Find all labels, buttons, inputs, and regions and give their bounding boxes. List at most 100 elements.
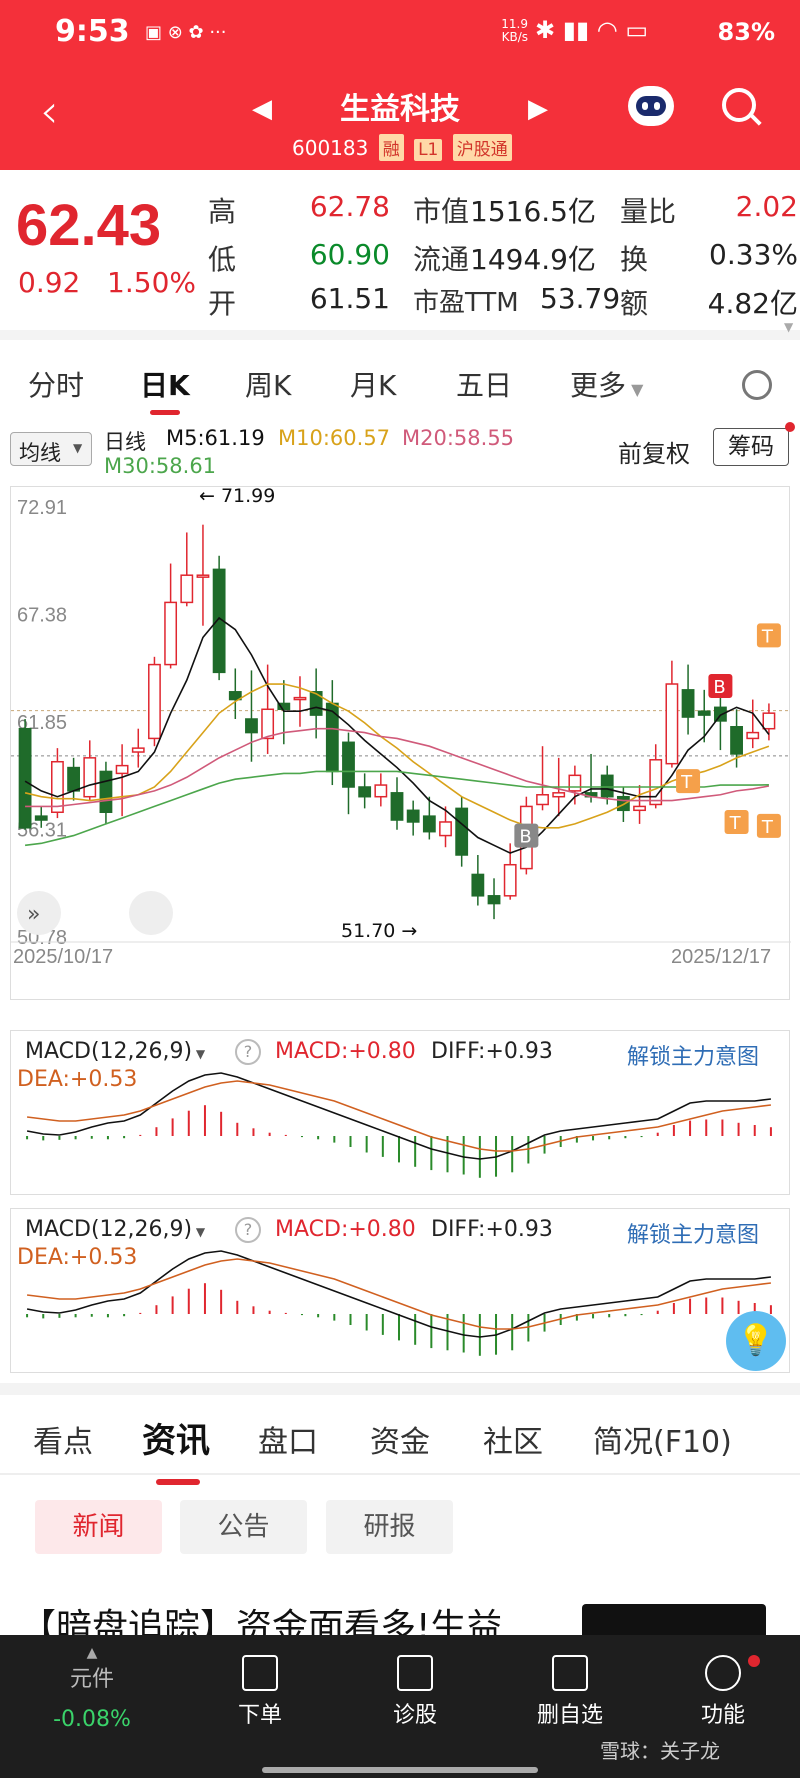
next-stock-icon[interactable]: ▶: [528, 94, 548, 124]
value-low: 60.90: [309, 238, 390, 271]
order-button[interactable]: 下单: [200, 1655, 320, 1729]
back-icon[interactable]: ‹: [40, 84, 58, 138]
signal-icons: ✱ ▮▮ ◠ ▭: [535, 16, 649, 44]
active-tab-indicator: [150, 410, 180, 415]
price-change: 0.92 1.50%: [18, 266, 196, 299]
tab-orderbook[interactable]: 盘口: [258, 1417, 318, 1461]
bottom-toolbar: ▲ 元件 -0.08% 下单 诊股 删自选 功能 雪球：关子龙: [0, 1635, 800, 1778]
label-open: 开: [208, 287, 237, 320]
tab-profile[interactable]: 简况(F10): [593, 1417, 732, 1461]
red-dot-badge: [748, 1655, 760, 1667]
robot-assistant-icon[interactable]: [628, 86, 674, 126]
settings-icon[interactable]: [742, 370, 772, 400]
candle-up: [633, 805, 646, 812]
adjust-mode[interactable]: 前复权: [618, 434, 690, 469]
value-open: 61.51: [309, 282, 390, 315]
chip-distribution-button[interactable]: 筹码: [713, 428, 789, 466]
pill-news[interactable]: 新闻: [35, 1500, 162, 1554]
stock-code-row: 600183 融 L1 沪股通: [292, 134, 512, 161]
lightbulb-icon[interactable]: 💡: [726, 1311, 786, 1371]
diagnose-button[interactable]: 诊股: [355, 1655, 475, 1729]
tab-weekly-k[interactable]: 周K: [245, 364, 291, 404]
candle-down: [487, 895, 501, 905]
pill-research[interactable]: 研报: [326, 1500, 453, 1554]
candle-down: [616, 795, 630, 812]
tag-connect: 沪股通: [452, 134, 512, 161]
net-speed: 11.9 KB/s: [501, 17, 528, 44]
tab-capital[interactable]: 资金: [370, 1417, 430, 1461]
fullscreen-icon: [129, 891, 173, 935]
tab-intraday[interactable]: 分时: [28, 364, 84, 404]
label-amount: 额: [620, 287, 649, 320]
divider: [0, 1473, 800, 1475]
double-chevron-icon: »: [27, 902, 40, 927]
remove-watchlist-button[interactable]: 删自选: [510, 1655, 630, 1729]
ma-legend-row: 均线 ▼ 日线 M5:61.19 M10:60.57 M20:58.55 M30…: [0, 420, 800, 480]
status-time: 9:53: [55, 14, 130, 49]
candle-up: [261, 708, 275, 740]
signal-label: B: [519, 827, 531, 848]
candle-down: [713, 706, 727, 722]
stock-name: 生益科技: [340, 92, 460, 127]
menu-circle-icon: [705, 1655, 741, 1691]
ma-period: 日线: [104, 430, 146, 454]
watermark: 雪球：关子龙: [600, 1739, 720, 1763]
sector-item[interactable]: ▲ 元件 -0.08%: [32, 1645, 152, 1732]
candle-down: [681, 689, 695, 718]
macd-panel: MACD(12,26,9) ▼ ? MACD:+0.80 DIFF:+0.93 …: [10, 1030, 790, 1195]
candle-up: [503, 863, 517, 897]
tab-news[interactable]: 资讯: [142, 1413, 210, 1462]
label-turnover: 换: [620, 243, 649, 276]
kline-chart[interactable]: 72.91 67.38 61.85 56.31 50.78 ← 71.99 51.70 → 2…: [10, 485, 791, 1000]
battery-percent: 83%: [717, 18, 775, 46]
plus-box-icon: [397, 1655, 433, 1691]
label-low: 低: [208, 243, 237, 276]
candle-down: [390, 792, 404, 821]
chevron-down-icon: ▼: [626, 380, 644, 399]
pill-announcement[interactable]: 公告: [180, 1500, 307, 1554]
candle-up: [665, 683, 679, 765]
stock-code: 600183: [292, 136, 369, 160]
candle-up: [196, 574, 210, 578]
app-header: 9:53 ▣ ⊗ ✿ ··· 11.9 KB/s ✱ ▮▮ ◠ ▭ 83% ‹ …: [0, 0, 800, 170]
candle-up: [83, 757, 97, 798]
change-value: 0.92: [18, 266, 81, 299]
candle-up: [148, 663, 161, 740]
sector-change: -0.08%: [53, 1707, 131, 1732]
y-tick-label: 72.91: [17, 497, 67, 519]
candle-up: [51, 760, 64, 814]
tab-five-day[interactable]: 五日: [456, 364, 512, 404]
tab-highlights[interactable]: 看点: [33, 1417, 93, 1461]
diagnose-label: 诊股: [392, 1703, 437, 1728]
signal-label: B: [713, 677, 725, 698]
candle-up: [649, 759, 663, 806]
candle-down: [455, 807, 469, 856]
low-marker-label: 51.70 →: [341, 920, 417, 942]
kline-svg: 72.9167.3861.8556.3150.78← 71.9951.70 →2…: [11, 485, 791, 968]
candle-down: [600, 774, 614, 798]
label-volratio: 量比: [620, 195, 677, 228]
last-price: 62.43: [16, 193, 162, 258]
y-tick-label: 67.38: [17, 604, 67, 626]
candle-down: [406, 809, 420, 823]
candle-up: [293, 696, 307, 701]
candle-up: [746, 731, 760, 740]
caret-up-icon: ▲: [86, 1645, 98, 1661]
expand-icon[interactable]: ▼: [784, 320, 793, 334]
candle-up: [115, 764, 129, 775]
ma5-value: M5:61.19: [166, 426, 265, 450]
info-tabs: 看点 资讯 盘口 资金 社区 简况(F10): [0, 1383, 800, 1485]
ma-selector[interactable]: 均线 ▼: [10, 432, 92, 466]
nav-bar: ‹ ◀ 生益科技 600183 融 L1 沪股通 ▶: [0, 72, 800, 170]
tab-community[interactable]: 社区: [483, 1417, 543, 1461]
tab-more[interactable]: 更多 ▼: [570, 364, 643, 404]
functions-button[interactable]: 功能: [663, 1655, 783, 1729]
document-icon: [242, 1655, 278, 1691]
candle-down: [730, 726, 743, 755]
home-indicator: [262, 1767, 538, 1773]
chevron-down-icon: ▼: [73, 441, 83, 455]
tab-daily-k[interactable]: 日K: [140, 364, 190, 404]
active-tab-indicator: [156, 1479, 200, 1485]
search-icon-handle: [750, 114, 762, 126]
tab-monthly-k[interactable]: 月K: [350, 364, 396, 404]
